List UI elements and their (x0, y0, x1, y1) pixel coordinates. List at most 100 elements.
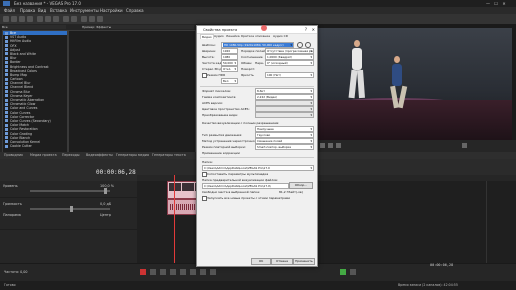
timeline-tracks[interactable] (137, 181, 516, 263)
adjust-label: Применение коррекции (202, 151, 240, 155)
track-value: Центр (100, 213, 112, 217)
tab-project-media[interactable]: Медиа проекта (30, 153, 57, 157)
end-timecode: 00:00:06,28 (430, 263, 454, 267)
level-slider[interactable] (30, 190, 110, 192)
status-left: Готово (4, 283, 16, 287)
track-value: 100,0 % (100, 184, 115, 188)
play-from-start-icon[interactable] (160, 269, 166, 275)
menu-tools[interactable]: Инструменты (70, 8, 99, 13)
preview-controls (312, 140, 516, 152)
dialog-close-button[interactable]: ✕ (312, 27, 315, 32)
render-icon[interactable] (81, 16, 87, 22)
record-icon[interactable] (140, 269, 146, 275)
tab-explorer[interactable]: Проводник (4, 153, 23, 157)
cancel-button[interactable]: Отмена (271, 258, 293, 265)
menu-view[interactable]: Вид (38, 8, 46, 13)
pixel-aspect-label: Соотношение (241, 55, 263, 59)
free-space-value: 81,2 Гбайт(-ов) (279, 190, 303, 194)
hdr-dropdown[interactable]: Вкл (221, 78, 238, 84)
menu-options[interactable]: Настройки (100, 8, 123, 13)
stop-icon[interactable] (336, 143, 341, 148)
mouse-cursor-highlight (261, 25, 267, 31)
edit-tool-icon[interactable] (350, 269, 356, 275)
play-icon[interactable] (170, 269, 176, 275)
stop-icon[interactable] (190, 269, 196, 275)
go-to-start-icon[interactable] (200, 269, 206, 275)
sdr-label: Яркость (241, 73, 254, 77)
folder-label: Папка: (202, 160, 213, 164)
vegas-logo-icon (3, 1, 10, 6)
cut-icon[interactable] (37, 16, 43, 22)
folder-dropdown[interactable]: C:\Users\Admin\AppData\Local\VEGAS Pro\1… (202, 165, 314, 171)
tab-video-fx[interactable]: Видеоэффекты (86, 153, 113, 157)
folder-icon (5, 77, 8, 81)
save-icon[interactable] (19, 16, 25, 22)
deinterlace-label: Метод устранения чересстрочности: (202, 139, 261, 143)
snap-icon[interactable] (340, 269, 346, 275)
fx-preview-area[interactable] (68, 30, 196, 154)
stereo-dropdown[interactable]: Откл. (221, 66, 238, 72)
tab-ruler[interactable]: Линейка (225, 34, 241, 38)
title-bar: Без названия * - VEGAS Pro 17.0 (0, 0, 516, 7)
maximize-button[interactable]: ☐ (492, 1, 500, 6)
ok-button[interactable]: OK (251, 258, 271, 265)
properties-icon[interactable] (27, 16, 33, 22)
video-track-header[interactable]: Уровень 100,0 % (0, 181, 137, 198)
minimize-button[interactable]: — (484, 1, 492, 6)
tab-text-generators[interactable]: Генераторы текста (152, 153, 186, 157)
level-slider-knob[interactable] (104, 188, 107, 194)
redo-icon[interactable] (71, 16, 77, 22)
menu-edit[interactable]: Правка (20, 8, 35, 13)
template-label: Шаблон: (202, 43, 216, 47)
timeline-timecode: 00:00:06,28 (96, 169, 136, 176)
tab-video[interactable]: Видео (200, 34, 214, 39)
folder-icon (5, 94, 8, 98)
rotate-dropdown[interactable]: 0° (исходный) (265, 60, 314, 66)
undo-icon[interactable] (63, 16, 69, 22)
audio-track-header[interactable]: Громкость 0,0 дБ Панорама Центр (0, 199, 137, 230)
play-icon[interactable] (320, 143, 325, 148)
view-transform-dropdown[interactable] (255, 112, 314, 118)
loop-icon[interactable] (150, 269, 156, 275)
volume-slider-knob[interactable] (70, 206, 73, 212)
apply-button[interactable]: Применить (293, 258, 315, 265)
prerender-path-input[interactable]: C:\Users\Admin\AppData\Local\VEGAS Pro\1… (202, 183, 289, 189)
sdr-dropdown[interactable]: 100 (Нит) (265, 72, 314, 78)
browse-button[interactable]: Обзор... (289, 182, 313, 189)
copy-icon[interactable] (45, 16, 51, 22)
paste-icon[interactable] (53, 16, 59, 22)
menu-insert[interactable]: Вставка (50, 8, 67, 13)
aces-color-label: Цветовое пространство ACES: (202, 107, 250, 111)
resample-dropdown[interactable]: Smart-повтор. выборка (255, 144, 314, 150)
folder-icon (5, 119, 8, 123)
tab-media-generators[interactable]: Генераторы медиа (116, 153, 149, 157)
help-icon[interactable]: ? (305, 27, 307, 32)
folder-icon (5, 81, 8, 85)
tab-transitions[interactable]: Переходы (62, 153, 79, 157)
tab-summary[interactable]: Краткое описание (240, 34, 271, 38)
close-window-button[interactable]: ✕ (500, 1, 508, 6)
tab-audio-cd[interactable]: Аудио CD (272, 34, 289, 38)
new-project-icon[interactable] (3, 16, 9, 22)
open-icon[interactable] (11, 16, 17, 22)
pause-icon[interactable] (328, 143, 333, 148)
envelope-tool-icon[interactable] (97, 16, 103, 22)
preview-settings-icon[interactable] (462, 143, 467, 148)
video-preview-frame (316, 28, 512, 140)
playhead-cursor[interactable] (174, 175, 175, 265)
track-headers: Уровень 100,0 % Громкость 0,0 дБ Панорам… (0, 181, 137, 263)
go-to-end-icon[interactable] (210, 269, 216, 275)
project-properties-dialog: Свойства проекта ? ✕ Видео Аудио Линейка… (196, 25, 318, 267)
fx-tree-item[interactable]: Cookie Cutter (3, 144, 67, 148)
dialog-title-bar: Свойства проекта ? ✕ (197, 25, 317, 34)
view-transform-label: Преобразование вида: (202, 113, 238, 117)
rate-label: Частота: 0,00 (4, 270, 28, 274)
cursor-tool-icon[interactable] (89, 16, 95, 22)
menu-file[interactable]: Файл (4, 8, 15, 13)
menu-help[interactable]: Справка (126, 8, 144, 13)
pause-icon[interactable] (180, 269, 186, 275)
folder-icon (5, 35, 8, 39)
resample-label: Режим повторной выборки: (202, 145, 246, 149)
tab-audio[interactable]: Аудио (213, 34, 225, 38)
folder-icon (5, 90, 8, 94)
